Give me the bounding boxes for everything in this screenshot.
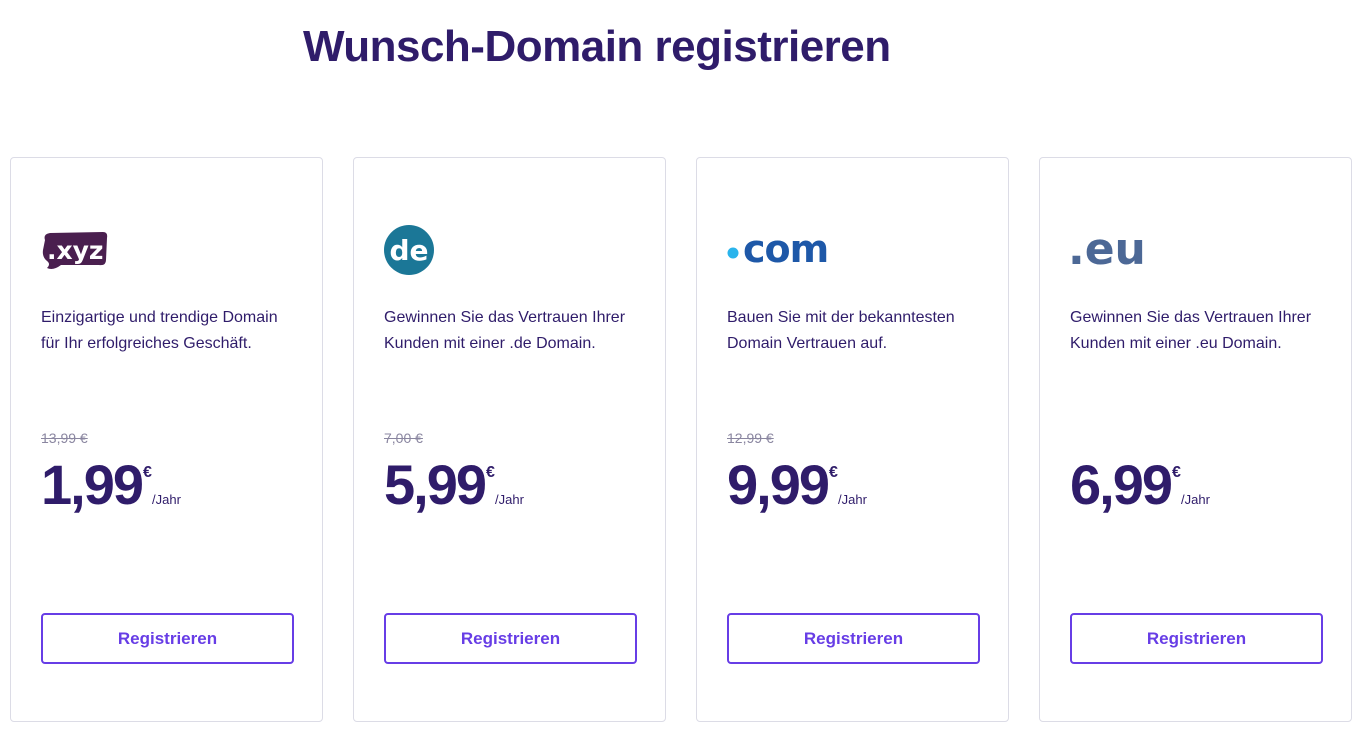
currency-symbol: €	[829, 464, 838, 481]
xyz-logo-icon: .xyz	[41, 224, 111, 276]
old-price: 13,99 €	[41, 430, 88, 446]
domain-card-com: com Bauen Sie mit der bekanntesten Domai…	[696, 157, 1009, 722]
domain-card-eu: .eu Gewinnen Sie das Vertrauen Ihrer Kun…	[1039, 157, 1352, 722]
de-logo-icon: de	[384, 224, 436, 276]
domain-cards: .xyz Einzigartige und trendige Domain fü…	[10, 157, 1352, 722]
domain-card-de: de Gewinnen Sie das Vertrauen Ihrer Kund…	[353, 157, 666, 722]
price: 6,99	[1070, 453, 1173, 516]
price-row: 6,99 € /Jahr	[1070, 454, 1221, 516]
billing-period: /Jahr	[152, 492, 181, 507]
svg-text:.eu: .eu	[1070, 224, 1146, 275]
old-price: 7,00 €	[384, 430, 423, 446]
price-row: 1,99 € /Jahr	[41, 454, 192, 516]
com-logo-icon: com	[727, 224, 857, 276]
svg-text:.xyz: .xyz	[47, 236, 103, 265]
domain-card-xyz: .xyz Einzigartige und trendige Domain fü…	[10, 157, 323, 722]
price-row: 5,99 € /Jahr	[384, 454, 535, 516]
price: 1,99	[41, 453, 144, 516]
page-title: Wunsch-Domain registrieren	[303, 22, 891, 71]
register-button-xyz[interactable]: Registrieren	[41, 613, 294, 664]
price: 5,99	[384, 453, 487, 516]
domain-description: Gewinnen Sie das Vertrauen Ihrer Kunden …	[1070, 309, 1312, 352]
billing-period: /Jahr	[1181, 492, 1210, 507]
register-button-de[interactable]: Registrieren	[384, 613, 637, 664]
svg-text:de: de	[389, 234, 428, 267]
eu-logo-icon: .eu	[1070, 224, 1170, 276]
price: 9,99	[727, 453, 830, 516]
svg-text:com: com	[743, 227, 828, 271]
currency-symbol: €	[1172, 464, 1181, 481]
domain-description: Einzigartige und trendige Domain für Ihr…	[41, 309, 278, 352]
register-button-eu[interactable]: Registrieren	[1070, 613, 1323, 664]
old-price: 12,99 €	[727, 430, 774, 446]
register-button-com[interactable]: Registrieren	[727, 613, 980, 664]
currency-symbol: €	[486, 464, 495, 481]
billing-period: /Jahr	[495, 492, 524, 507]
currency-symbol: €	[143, 464, 152, 481]
billing-period: /Jahr	[838, 492, 867, 507]
domain-description: Bauen Sie mit der bekanntesten Domain Ve…	[727, 309, 955, 352]
price-row: 9,99 € /Jahr	[727, 454, 878, 516]
domain-description: Gewinnen Sie das Vertrauen Ihrer Kunden …	[384, 309, 626, 352]
